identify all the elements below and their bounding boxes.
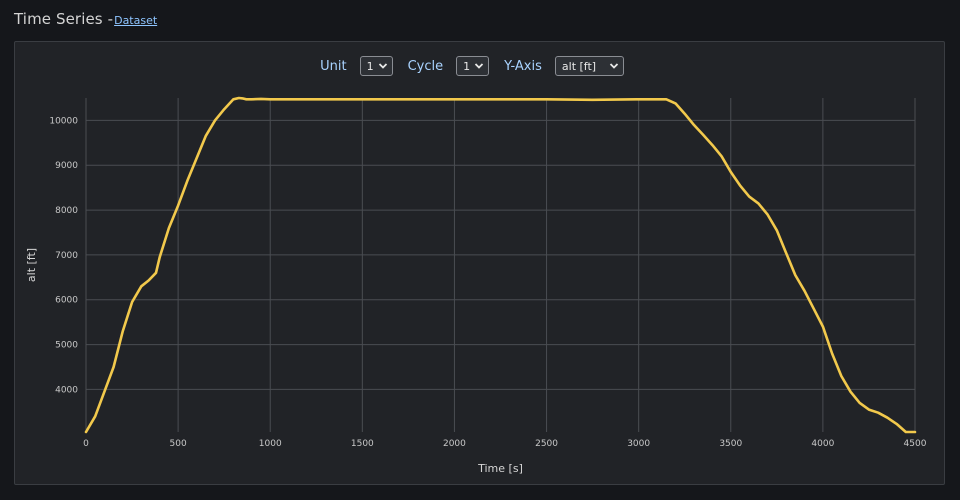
page-header: Time Series - Dataset <box>14 10 157 32</box>
x-tick-label: 4000 <box>811 439 834 449</box>
x-axis-title: Time [s] <box>477 462 523 475</box>
y-tick-label: 4000 <box>55 385 78 395</box>
time-series-chart: 0 500 1000 1500 2000 2500 3000 3500 4000 4500 4000… <box>25 96 927 475</box>
x-tick-label: 4500 <box>904 439 927 449</box>
y-tick-label: 6000 <box>55 296 78 306</box>
y-tick-label: 9000 <box>55 161 78 171</box>
x-tick-label: 500 <box>170 439 187 449</box>
y-tick-label: 10000 <box>49 116 78 126</box>
x-tick-label: 3500 <box>719 439 742 449</box>
page-title: Time Series - <box>14 10 114 28</box>
x-tick-label: 1500 <box>351 439 374 449</box>
x-tick-label: 2500 <box>535 439 558 449</box>
x-tick-label: 2000 <box>443 439 466 449</box>
series-line <box>84 96 917 434</box>
y-tick-label: 5000 <box>55 341 78 351</box>
x-tick-label: 3000 <box>627 439 650 449</box>
x-tick-label: 1000 <box>259 439 282 449</box>
y-tick-label: 8000 <box>55 206 78 216</box>
y-tick-label: 7000 <box>55 251 78 261</box>
y-axis-title: alt [ft] <box>25 248 38 282</box>
chart-panel: Unit 1 Cycle 1 Y-Axis alt [ft] 0 500 1000 1… <box>14 41 945 485</box>
x-tick-label: 0 <box>83 439 89 449</box>
dataset-link[interactable]: Dataset <box>114 14 157 27</box>
